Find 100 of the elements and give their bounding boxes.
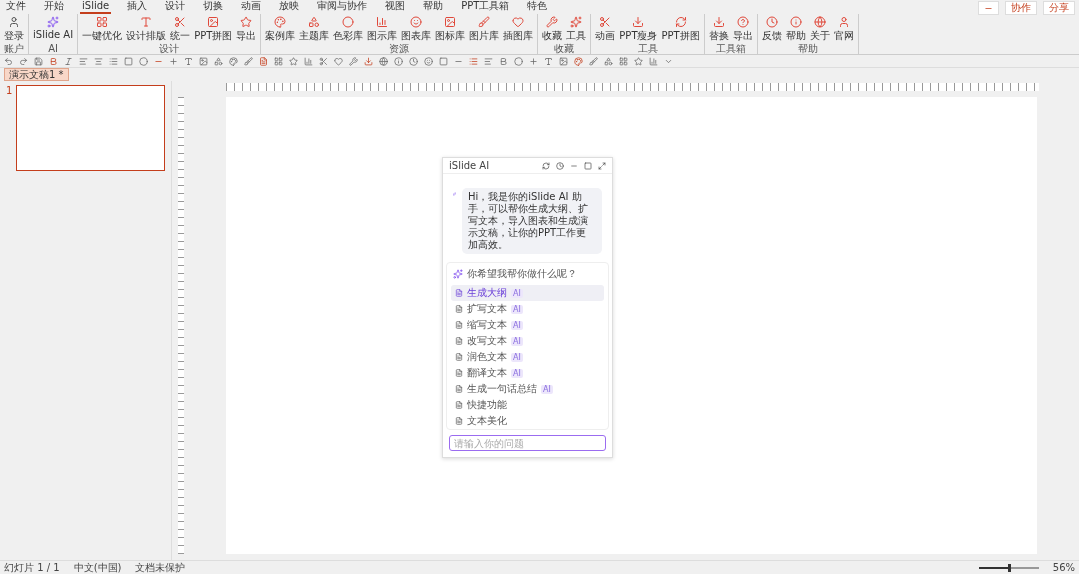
menu-tab[interactable]: 帮助 — [421, 0, 446, 14]
group-label: AI — [47, 43, 59, 54]
zoom-slider[interactable] — [978, 566, 1039, 569]
ribbon-button[interactable]: 帮助 — [784, 14, 807, 43]
toolbar-icon[interactable] — [364, 56, 373, 66]
toolbar-icon[interactable] — [604, 56, 613, 66]
menu-tab[interactable]: 动画 — [239, 0, 264, 14]
ribbon-button[interactable]: PPT拼图 — [193, 14, 234, 43]
toolbar-icon[interactable] — [559, 56, 568, 66]
history-icon[interactable] — [556, 161, 564, 170]
option-item[interactable]: 改写文本 AI — [451, 333, 604, 349]
option-item[interactable]: 生成一句话总结 AI — [451, 381, 604, 397]
ribbon-button[interactable]: 主题库 — [298, 14, 331, 43]
toolbar-icon[interactable] — [634, 56, 643, 66]
refresh-icon[interactable] — [542, 161, 550, 170]
toolbar-icon[interactable] — [319, 56, 328, 66]
toolbar-icon[interactable] — [4, 56, 13, 66]
option-item[interactable]: 润色文本 AI — [451, 349, 604, 365]
ribbon-button[interactable]: iSlide AI — [32, 14, 75, 43]
ribbon-button[interactable]: 图标库 — [434, 14, 467, 43]
ribbon-button[interactable]: 一键优化 — [81, 14, 124, 43]
option-item[interactable]: 生成大纲 AI — [451, 285, 604, 301]
option-item[interactable]: 文本美化 — [451, 413, 604, 429]
ribbon-button[interactable]: 登录 — [3, 14, 25, 43]
ribbon-button[interactable]: 反馈 — [760, 14, 783, 43]
menu-tab[interactable]: 放映 — [277, 0, 302, 14]
toolbar-icon[interactable] — [619, 56, 628, 66]
zoom-thumb[interactable] — [1007, 563, 1011, 572]
menu-tab[interactable]: 切换 — [201, 0, 226, 14]
toolbar-icon[interactable] — [589, 56, 598, 66]
toolbar-icon[interactable] — [259, 56, 268, 66]
ribbon-button[interactable]: 官网 — [832, 14, 855, 43]
toolbar-icon[interactable] — [19, 56, 28, 66]
toolbar-icon[interactable] — [394, 56, 403, 66]
option-item[interactable]: 快捷功能 — [451, 397, 604, 413]
toolbar-icon[interactable] — [184, 56, 193, 66]
ribbon-button[interactable]: 图示库 — [366, 14, 399, 43]
slide-thumbnail[interactable] — [16, 85, 165, 171]
ribbon-button[interactable]: 图片库 — [468, 14, 501, 43]
top-button[interactable]: 分享 — [1043, 1, 1075, 15]
option-item[interactable]: 翻译文本 AI — [451, 365, 604, 381]
document-tab[interactable]: 演示文稿1 * — [4, 68, 69, 81]
toolbar-icon[interactable] — [94, 56, 103, 66]
ribbon-button[interactable]: 工具 — [565, 14, 588, 43]
ai-tag: AI — [541, 384, 553, 394]
ai-tag: AI — [511, 304, 523, 314]
toolbar-icon[interactable] — [649, 56, 658, 66]
menu-tab[interactable]: PPT工具箱 — [459, 0, 512, 14]
maximize-icon[interactable] — [584, 161, 592, 170]
ribbon-button[interactable]: 导出 — [235, 14, 258, 43]
toolbar-icon[interactable] — [304, 56, 313, 66]
minimize-ribbon-button[interactable] — [978, 1, 999, 15]
ribbon-button[interactable]: 设计排版 — [125, 14, 168, 43]
toolbar-icon[interactable] — [79, 56, 88, 66]
toolbar-icon[interactable] — [64, 56, 73, 66]
toolbar-icon[interactable] — [409, 56, 418, 66]
menu-tab[interactable]: 审阅与协作 — [315, 0, 370, 14]
ribbon-button[interactable]: 收藏 — [541, 14, 564, 43]
toolbar-icon[interactable] — [49, 56, 58, 66]
menu-tab[interactable]: iSlide — [80, 0, 112, 14]
toolbar-icon[interactable] — [544, 56, 553, 66]
option-item[interactable]: 缩写文本 AI — [451, 317, 604, 333]
toolbar-icon[interactable] — [214, 56, 223, 66]
toolbar-icon[interactable] — [574, 56, 583, 66]
toolbar-icon[interactable] — [244, 56, 253, 66]
toolbar-icon[interactable] — [379, 56, 388, 66]
ribbon-button[interactable]: PPT拼图 — [660, 14, 701, 43]
expand-icon[interactable] — [598, 161, 606, 170]
menu-tab[interactable]: 插入 — [125, 0, 150, 14]
toolbar-icon[interactable] — [334, 56, 343, 66]
toolbar-icon[interactable] — [274, 56, 283, 66]
toolbar-icon[interactable] — [229, 56, 238, 66]
toolbar-icon[interactable] — [34, 56, 43, 66]
ribbon-button[interactable]: 导出 — [731, 14, 754, 43]
menu-tab[interactable]: 视图 — [383, 0, 408, 14]
ribbon-button[interactable]: 关于 — [808, 14, 831, 43]
ribbon-button[interactable]: 图表库 — [400, 14, 433, 43]
toolbar-icon[interactable] — [109, 56, 118, 66]
toolbar-icon[interactable] — [199, 56, 208, 66]
toolbar-icon[interactable] — [484, 56, 493, 66]
menu-tab[interactable]: 特色 — [525, 0, 550, 14]
question-input[interactable]: 请输入你的问题 — [449, 435, 606, 451]
ribbon-button[interactable]: 统一 — [169, 14, 192, 43]
option-item[interactable]: 扩写文本 AI — [451, 301, 604, 317]
ribbon-button[interactable]: 动画 — [594, 14, 617, 43]
menu-tab[interactable]: 开始 — [42, 0, 66, 14]
toolbar-icon[interactable] — [349, 56, 358, 66]
toolbar-icon[interactable] — [289, 56, 298, 66]
menu-tab[interactable]: 文件 — [4, 0, 28, 14]
ribbon-button[interactable]: 插图库 — [502, 14, 535, 43]
toolbar-icon[interactable] — [469, 56, 478, 66]
ribbon-button[interactable]: 色彩库 — [332, 14, 365, 43]
top-button[interactable]: 协作 — [1005, 1, 1037, 15]
ribbon-button[interactable]: PPT瘦身 — [618, 14, 659, 43]
toolbar-icon[interactable] — [424, 56, 433, 66]
menu-tab[interactable]: 设计 — [163, 0, 188, 14]
toolbar-icon[interactable] — [529, 56, 538, 66]
ribbon-button[interactable]: 案例库 — [264, 14, 297, 43]
ribbon-button[interactable]: 替换 — [707, 14, 730, 43]
toolbar-icon[interactable] — [169, 56, 178, 66]
